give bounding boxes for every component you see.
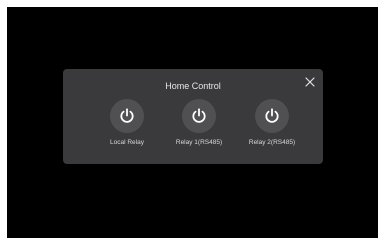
relay-label: Local Relay	[110, 139, 144, 146]
relay-2-item[interactable]: Relay 2(RS485)	[237, 99, 307, 146]
power-icon	[192, 108, 206, 123]
dialog-title: Home Control	[165, 81, 221, 91]
close-icon	[305, 77, 315, 87]
local-relay-item[interactable]: Local Relay	[92, 99, 162, 146]
local-relay-button[interactable]	[110, 99, 144, 133]
relay-list: Local Relay Relay 1(RS485) Relay 2(RS485…	[63, 99, 323, 159]
close-button[interactable]	[303, 75, 317, 89]
relay-1-item[interactable]: Relay 1(RS485)	[164, 99, 234, 146]
relay-2-button[interactable]	[255, 99, 289, 133]
home-control-dialog: Home Control Local Relay Relay 1(RS485) …	[63, 69, 323, 164]
relay-1-button[interactable]	[182, 99, 216, 133]
relay-label: Relay 1(RS485)	[175, 139, 223, 146]
power-icon	[120, 108, 134, 123]
power-icon	[265, 108, 279, 123]
relay-label: Relay 2(RS485)	[248, 139, 296, 146]
